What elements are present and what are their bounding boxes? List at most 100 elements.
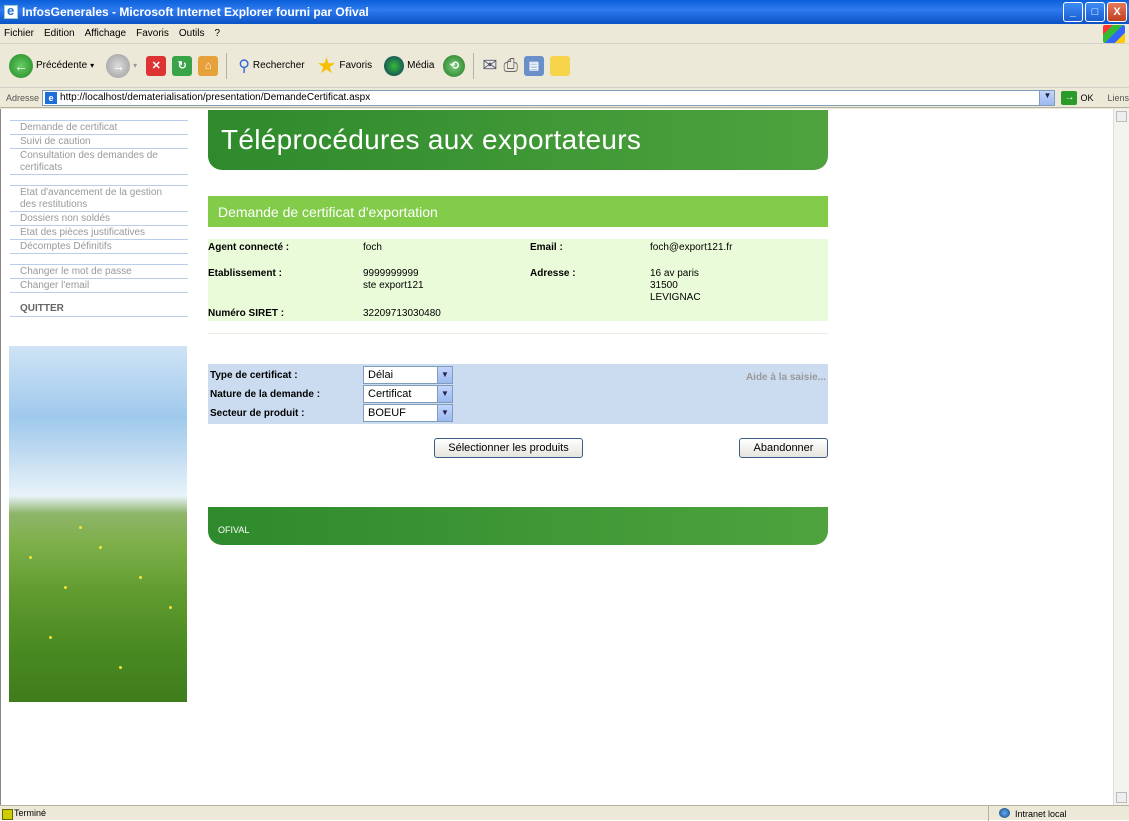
- address-city: LEVIGNAC: [650, 292, 701, 303]
- forward-button[interactable]: → ▾: [103, 52, 140, 80]
- mail-icon[interactable]: ✉: [482, 55, 497, 76]
- go-button[interactable]: → OK: [1061, 90, 1093, 105]
- nature-demande-value: Certificat: [368, 388, 412, 400]
- request-form: Type de certificat : Délai ▼ Nature de l…: [208, 364, 828, 424]
- history-icon[interactable]: ⟲: [443, 54, 466, 77]
- nav-item-decomptes[interactable]: Décomptes Définitifs: [10, 239, 188, 254]
- search-button[interactable]: ⚲ Rechercher: [235, 52, 307, 80]
- type-certificat-label: Type de certificat :: [210, 370, 298, 381]
- back-label: Précédente: [36, 60, 88, 71]
- chevron-down-icon[interactable]: ▼: [437, 405, 452, 421]
- status-text: Terminé: [0, 808, 46, 820]
- flower: [169, 606, 172, 609]
- flower: [79, 526, 82, 529]
- favorites-button[interactable]: ★ Favoris: [314, 52, 376, 80]
- menu-favoris[interactable]: Favoris: [136, 28, 169, 39]
- secteur-produit-select[interactable]: BOEUF ▼: [363, 404, 453, 422]
- refresh-icon[interactable]: ↻: [172, 55, 193, 76]
- search-label: Rechercher: [252, 60, 305, 71]
- nav-item-consultation-demandes[interactable]: Consultation des demandes de certificats: [10, 148, 188, 175]
- flower: [119, 666, 122, 669]
- back-arrow-icon: ←: [9, 53, 33, 78]
- chevron-down-icon[interactable]: ▼: [437, 367, 452, 383]
- close-button[interactable]: X: [1107, 2, 1127, 22]
- dropdown-arrow-icon: ▾: [90, 61, 95, 70]
- nav-group-certificats: Demande de certificat Suivi de caution C…: [10, 120, 188, 175]
- address-input[interactable]: e http://localhost/dematerialisation/pre…: [42, 89, 1056, 106]
- secteur-produit-value: BOEUF: [368, 407, 406, 419]
- page-footer: OFIVAL: [208, 507, 828, 545]
- status-bar: Terminé Intranet local: [0, 805, 1129, 821]
- address-label-info: Adresse :: [530, 268, 576, 279]
- menu-fichier[interactable]: Fichier: [4, 28, 34, 39]
- type-certificat-select[interactable]: Délai ▼: [363, 366, 453, 384]
- nature-demande-select[interactable]: Certificat ▼: [363, 385, 453, 403]
- address-street: 16 av paris: [650, 268, 699, 279]
- nav-item-suivi-caution[interactable]: Suivi de caution: [10, 134, 188, 148]
- page-title: Téléprocédures aux exportateurs: [221, 124, 642, 155]
- chevron-down-icon[interactable]: ▼: [437, 386, 452, 402]
- window-title: InfosGenerales - Microsoft Internet Expl…: [22, 5, 369, 19]
- links-button[interactable]: Liens: [1107, 93, 1129, 103]
- flower: [49, 636, 52, 639]
- type-certificat-value: Délai: [368, 369, 394, 381]
- nav-item-etat-avancement[interactable]: Etat d'avancement de la gestion des rest…: [10, 185, 188, 211]
- siret-value: 32209713030480: [363, 308, 441, 319]
- select-products-button[interactable]: Sélectionner les produits: [434, 438, 583, 458]
- scroll-down-icon[interactable]: [1116, 792, 1127, 803]
- flower: [29, 556, 32, 559]
- agent-label: Agent connecté :: [208, 242, 290, 253]
- landscape-image: [9, 346, 187, 702]
- back-button[interactable]: ← Précédente ▾: [6, 52, 97, 80]
- vertical-scrollbar[interactable]: [1113, 109, 1129, 805]
- nav-group-restitutions: Etat d'avancement de la gestion des rest…: [10, 185, 188, 254]
- toolbar: ← Précédente ▾ → ▾ ✕ ↻ ⌂ ⚲ Rechercher ★ …: [0, 44, 1129, 88]
- stop-icon[interactable]: ✕: [146, 55, 167, 76]
- help-link[interactable]: Aide à la saisie...: [746, 372, 826, 383]
- page-banner: Téléprocédures aux exportateurs: [208, 110, 828, 170]
- nav-item-change-password[interactable]: Changer le mot de passe: [10, 264, 188, 278]
- divider: [208, 333, 828, 334]
- section-header: Demande de certificat d'exportation: [208, 196, 828, 227]
- browser-window: InfosGenerales - Microsoft Internet Expl…: [0, 0, 1129, 821]
- edit-icon[interactable]: ▤: [523, 55, 544, 76]
- nav-item-demande-certificat[interactable]: Demande de certificat: [10, 120, 188, 134]
- email-value: foch@export121.fr: [650, 242, 733, 253]
- menu-affichage[interactable]: Affichage: [85, 28, 127, 39]
- separator: [473, 52, 475, 79]
- chevron-down-icon[interactable]: ▼: [1039, 90, 1055, 105]
- flower: [64, 586, 67, 589]
- menu-outils[interactable]: Outils: [179, 28, 205, 39]
- quit-link[interactable]: QUITTER: [10, 303, 188, 317]
- media-icon: [384, 55, 405, 76]
- maximize-button[interactable]: □: [1085, 2, 1105, 22]
- scroll-up-icon[interactable]: [1116, 111, 1127, 122]
- etablissement-label: Etablissement :: [208, 268, 282, 279]
- agent-value: foch: [363, 242, 382, 253]
- security-zone: Intranet local: [988, 806, 1113, 821]
- siret-label: Numéro SIRET :: [208, 308, 285, 319]
- menu-edition[interactable]: Edition: [44, 28, 75, 39]
- media-button[interactable]: Média: [381, 52, 437, 80]
- forward-arrow-icon: →: [106, 53, 131, 78]
- messenger-icon[interactable]: [549, 55, 570, 76]
- etablissement-code: 9999999999: [363, 268, 419, 279]
- minimize-button[interactable]: _: [1063, 2, 1083, 22]
- secteur-produit-label: Secteur de produit :: [210, 408, 305, 419]
- dropdown-arrow-icon: ▾: [133, 61, 138, 70]
- flower: [99, 546, 102, 549]
- page-icon: e: [45, 91, 58, 104]
- favorites-label: Favoris: [339, 60, 373, 71]
- window-controls: _ □ X: [1063, 2, 1127, 22]
- media-label: Média: [407, 60, 435, 71]
- nature-demande-label: Nature de la demande :: [210, 389, 321, 400]
- nav-item-dossiers-non-soldes[interactable]: Dossiers non soldés: [10, 211, 188, 225]
- menu-help[interactable]: ?: [214, 28, 220, 39]
- home-icon[interactable]: ⌂: [198, 55, 219, 76]
- nav-item-change-email[interactable]: Changer l'email: [10, 278, 188, 293]
- abandon-button[interactable]: Abandonner: [739, 438, 828, 458]
- print-icon[interactable]: ⎙: [503, 55, 517, 76]
- address-label: Adresse: [6, 92, 40, 103]
- search-icon: ⚲: [238, 57, 250, 75]
- nav-item-etat-pieces[interactable]: Etat des pièces justificatives: [10, 225, 188, 239]
